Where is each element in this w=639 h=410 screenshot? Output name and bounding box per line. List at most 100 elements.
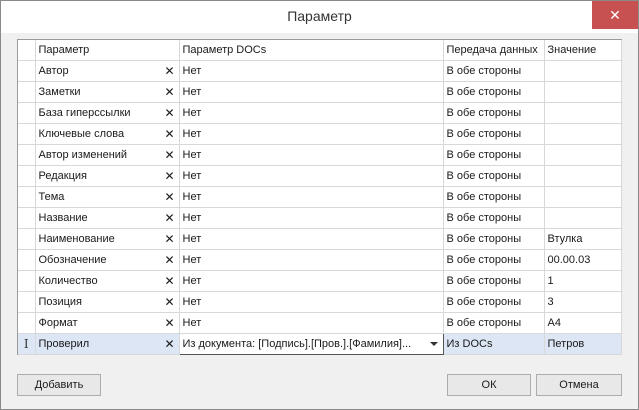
table-row[interactable]: Наименование ✕ Нет В обе стороны Втулка: [18, 228, 622, 250]
column-header-data-transfer[interactable]: Передача данных: [443, 40, 545, 61]
remove-icon[interactable]: ✕: [165, 86, 175, 98]
close-icon[interactable]: ✕: [592, 1, 638, 29]
parameter-cell[interactable]: Количество ✕: [35, 270, 180, 292]
table-row[interactable]: Тема ✕ Нет В обе стороны: [18, 186, 622, 208]
docs-parameter-cell[interactable]: Нет: [179, 102, 444, 124]
cancel-button[interactable]: Отмена: [536, 374, 622, 396]
data-transfer-cell[interactable]: В обе стороны: [443, 102, 545, 124]
value-cell[interactable]: 3: [544, 291, 622, 313]
table-row[interactable]: База гиперссылки ✕ Нет В обе стороны: [18, 102, 622, 124]
docs-parameter-cell[interactable]: Нет: [179, 270, 444, 292]
remove-icon[interactable]: ✕: [165, 149, 175, 161]
table-row[interactable]: Автор изменений ✕ Нет В обе стороны: [18, 144, 622, 166]
row-indicator[interactable]: [18, 144, 36, 166]
docs-parameter-cell[interactable]: Нет: [179, 144, 444, 166]
column-header-docs-parameter[interactable]: Параметр DOCs: [179, 40, 444, 61]
data-transfer-cell[interactable]: В обе стороны: [443, 81, 545, 103]
docs-parameter-cell[interactable]: Нет: [179, 228, 444, 250]
remove-icon[interactable]: ✕: [165, 191, 175, 203]
docs-parameter-cell[interactable]: Из документа: [Подпись].[Пров.].[Фамилия…: [178, 332, 444, 355]
data-transfer-cell[interactable]: В обе стороны: [443, 270, 545, 292]
table-row[interactable]: Редакция ✕ Нет В обе стороны: [18, 165, 622, 187]
remove-icon[interactable]: ✕: [165, 65, 175, 77]
parameter-cell[interactable]: Автор изменений ✕: [35, 144, 180, 166]
row-indicator[interactable]: [18, 249, 36, 271]
data-transfer-cell[interactable]: В обе стороны: [443, 144, 545, 166]
remove-icon[interactable]: ✕: [165, 338, 175, 350]
remove-icon[interactable]: ✕: [165, 254, 175, 266]
parameter-cell[interactable]: Автор ✕: [35, 60, 180, 82]
data-transfer-cell[interactable]: В обе стороны: [443, 249, 545, 271]
table-row[interactable]: Количество ✕ Нет В обе стороны 1: [18, 270, 622, 292]
table-row[interactable]: Ключевые слова ✕ Нет В обе стороны: [18, 123, 622, 145]
table-row[interactable]: Обозначение ✕ Нет В обе стороны 00.00.03: [18, 249, 622, 271]
docs-parameter-cell[interactable]: Нет: [179, 123, 444, 145]
value-cell[interactable]: [544, 60, 622, 82]
remove-icon[interactable]: ✕: [165, 128, 175, 140]
docs-parameter-cell[interactable]: Нет: [179, 81, 444, 103]
row-indicator[interactable]: [18, 291, 36, 313]
value-cell[interactable]: [544, 102, 622, 124]
table-row[interactable]: Заметки ✕ Нет В обе стороны: [18, 81, 622, 103]
column-header-parameter[interactable]: Параметр: [35, 40, 180, 61]
value-cell[interactable]: [544, 123, 622, 145]
value-cell[interactable]: Втулка: [544, 228, 622, 250]
row-indicator[interactable]: [18, 270, 36, 292]
parameter-cell[interactable]: Ключевые слова ✕: [35, 123, 180, 145]
value-cell[interactable]: 00.00.03: [544, 249, 622, 271]
remove-icon[interactable]: ✕: [165, 275, 175, 287]
data-transfer-cell[interactable]: В обе стороны: [443, 123, 545, 145]
remove-icon[interactable]: ✕: [165, 296, 175, 308]
value-cell[interactable]: 1: [544, 270, 622, 292]
value-cell[interactable]: [544, 186, 622, 208]
row-indicator[interactable]: [18, 312, 36, 334]
data-transfer-cell[interactable]: В обе стороны: [443, 291, 545, 313]
row-indicator[interactable]: [18, 102, 36, 124]
parameter-cell[interactable]: Тема ✕: [35, 186, 180, 208]
docs-parameter-cell[interactable]: Нет: [179, 186, 444, 208]
column-header-value[interactable]: Значение: [544, 40, 622, 61]
remove-icon[interactable]: ✕: [165, 170, 175, 182]
row-indicator[interactable]: [18, 186, 36, 208]
data-transfer-cell[interactable]: Из DOCs: [443, 333, 545, 355]
parameter-cell[interactable]: Позиция ✕: [35, 291, 180, 313]
remove-icon[interactable]: ✕: [165, 212, 175, 224]
row-indicator[interactable]: [18, 123, 36, 145]
chevron-down-icon[interactable]: [429, 341, 438, 346]
docs-parameter-cell[interactable]: Нет: [179, 60, 444, 82]
table-row[interactable]: Название ✕ Нет В обе стороны: [18, 207, 622, 229]
ok-button[interactable]: ОК: [447, 374, 531, 396]
docs-parameter-cell[interactable]: Нет: [179, 207, 444, 229]
value-cell[interactable]: Петров: [544, 333, 622, 355]
parameter-cell[interactable]: Формат ✕: [35, 312, 180, 334]
value-cell[interactable]: [544, 81, 622, 103]
data-transfer-cell[interactable]: В обе стороны: [443, 186, 545, 208]
parameter-cell[interactable]: Проверил ✕: [35, 333, 180, 355]
row-indicator[interactable]: [18, 60, 36, 82]
data-transfer-cell[interactable]: В обе стороны: [443, 60, 545, 82]
value-cell[interactable]: [544, 144, 622, 166]
docs-parameter-cell[interactable]: Нет: [179, 165, 444, 187]
parameter-cell[interactable]: Обозначение ✕: [35, 249, 180, 271]
row-indicator[interactable]: [18, 228, 36, 250]
value-cell[interactable]: [544, 165, 622, 187]
row-indicator[interactable]: [18, 81, 36, 103]
data-transfer-cell[interactable]: В обе стороны: [443, 165, 545, 187]
parameter-cell[interactable]: Название ✕: [35, 207, 180, 229]
remove-icon[interactable]: ✕: [165, 317, 175, 329]
docs-parameter-cell[interactable]: Нет: [179, 312, 444, 334]
value-cell[interactable]: А4: [544, 312, 622, 334]
data-transfer-cell[interactable]: В обе стороны: [443, 228, 545, 250]
row-indicator[interactable]: [18, 207, 36, 229]
docs-parameter-cell[interactable]: Нет: [179, 249, 444, 271]
data-transfer-cell[interactable]: В обе стороны: [443, 207, 545, 229]
parameter-cell[interactable]: Заметки ✕: [35, 81, 180, 103]
table-row[interactable]: Позиция ✕ Нет В обе стороны 3: [18, 291, 622, 313]
parameter-cell[interactable]: База гиперссылки ✕: [35, 102, 180, 124]
table-row[interactable]: I Проверил ✕ Из документа: [Подпись].[Пров.…: [18, 332, 622, 355]
row-indicator[interactable]: [18, 165, 36, 187]
row-indicator[interactable]: I: [18, 333, 36, 355]
parameter-cell[interactable]: Редакция ✕: [35, 165, 180, 187]
data-transfer-cell[interactable]: В обе стороны: [443, 312, 545, 334]
remove-icon[interactable]: ✕: [165, 233, 175, 245]
